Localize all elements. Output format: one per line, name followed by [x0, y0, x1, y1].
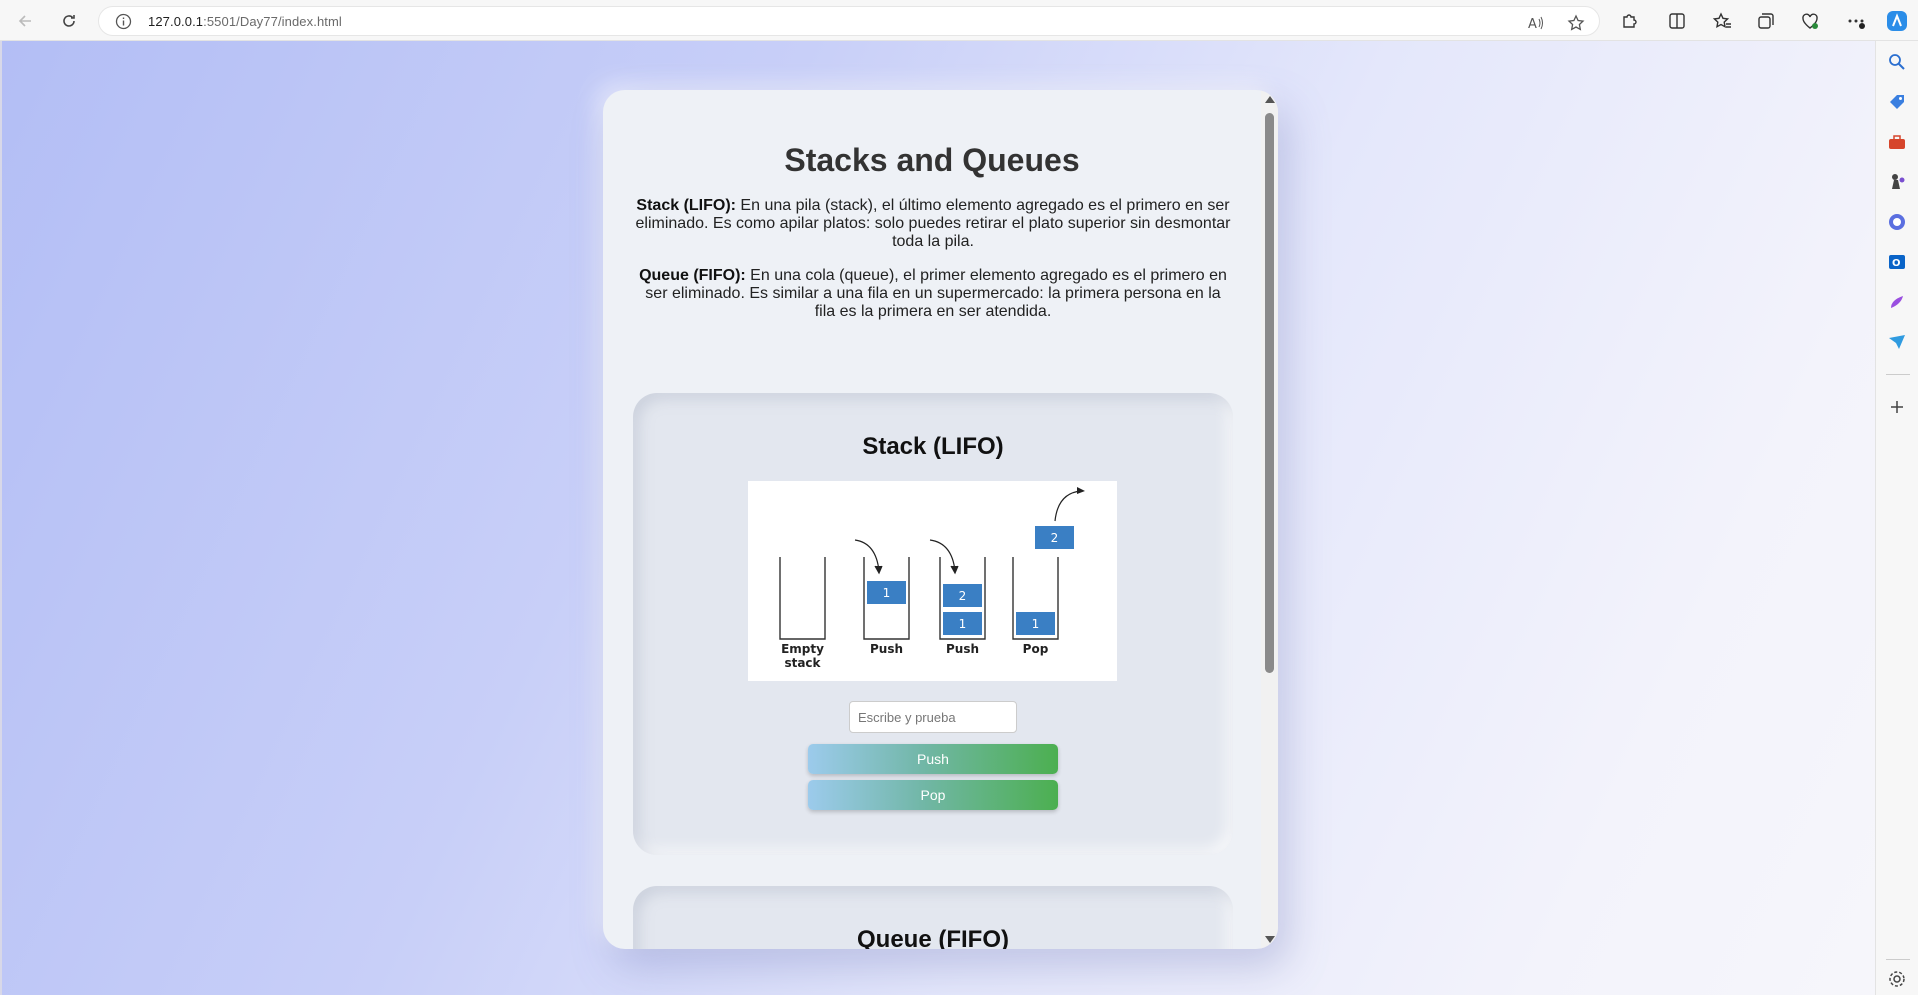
- read-aloud-icon[interactable]: A: [1527, 14, 1545, 32]
- send-icon[interactable]: [1887, 332, 1907, 352]
- stack-description: Stack (LIFO): En una pila (stack), el úl…: [633, 197, 1233, 251]
- stack-block-label: 2: [1051, 531, 1059, 545]
- diagram-label: Pop: [1023, 642, 1049, 656]
- stack-heading: Stack (LIFO): [862, 433, 1004, 460]
- queue-description: Queue (FIFO): En una cola (queue), el pr…: [633, 267, 1233, 321]
- scroll-down-icon[interactable]: [1265, 936, 1275, 943]
- diagram-label: Empty: [781, 642, 824, 656]
- diagram-label: stack: [784, 656, 821, 670]
- empty-stack-container: [779, 557, 826, 640]
- chess-icon[interactable]: [1887, 172, 1907, 192]
- back-arrow-icon[interactable]: [12, 8, 38, 34]
- stack-input[interactable]: [849, 701, 1017, 733]
- arrowhead-icon: [950, 565, 959, 575]
- settings-icon[interactable]: [1887, 969, 1907, 989]
- pop-button[interactable]: Pop: [808, 780, 1058, 810]
- diagram-label: Push: [870, 642, 903, 656]
- browser-toolbar: 127.0.0.1:5501/Day77/index.html A: [0, 0, 1918, 41]
- stack-block-label: 1: [1032, 617, 1040, 631]
- page-title: Stacks and Queues: [784, 142, 1080, 178]
- arrowhead-icon: [874, 565, 883, 575]
- stack-diagram: 1 2 1 1 2 Empty stack Push Push Pop: [748, 481, 1117, 681]
- url-text: 127.0.0.1:5501/Day77/index.html: [148, 14, 342, 29]
- queue-panel: Queue (FIFO): [633, 886, 1233, 949]
- toolbox-icon[interactable]: [1887, 132, 1907, 152]
- svg-text:O: O: [1892, 258, 1901, 269]
- svg-text:A: A: [1528, 17, 1537, 32]
- outlook-icon[interactable]: O: [1887, 252, 1907, 272]
- arrowhead-icon: [1077, 487, 1085, 494]
- tag-icon[interactable]: [1887, 92, 1907, 112]
- collections-icon[interactable]: [1756, 11, 1776, 31]
- copilot-icon[interactable]: [1885, 9, 1909, 33]
- scroll-thumb[interactable]: [1265, 113, 1274, 673]
- queue-heading: Queue (FIFO): [857, 926, 1009, 949]
- scroll-up-icon[interactable]: [1265, 96, 1275, 103]
- queue-description-label: Queue (FIFO):: [639, 267, 746, 284]
- designer-icon[interactable]: [1887, 292, 1907, 312]
- address-bar[interactable]: 127.0.0.1:5501/Day77/index.html A: [98, 6, 1600, 36]
- stack-block-label: 2: [959, 589, 967, 603]
- sidebar-divider: [1886, 374, 1910, 375]
- refresh-icon[interactable]: [56, 8, 82, 34]
- page-viewport: Stacks and Queues Stack (LIFO): En una p…: [0, 41, 1875, 995]
- info-icon[interactable]: [115, 13, 132, 30]
- stack-block-label: 1: [883, 586, 891, 600]
- search-icon[interactable]: [1887, 52, 1907, 72]
- pop-arrow-icon: [1054, 490, 1082, 522]
- main-card: Stacks and Queues Stack (LIFO): En una p…: [603, 90, 1278, 949]
- favorites-icon[interactable]: [1712, 11, 1732, 31]
- office-icon[interactable]: [1887, 212, 1907, 232]
- heart-pulse-icon[interactable]: [1800, 11, 1820, 31]
- stack-block-label: 1: [959, 617, 967, 631]
- puzzle-icon[interactable]: [1620, 11, 1640, 31]
- diagram-label: Push: [946, 642, 979, 656]
- sidebar-divider: [1886, 959, 1910, 960]
- add-icon[interactable]: [1887, 397, 1907, 417]
- stack-panel: Stack (LIFO) 1 2 1 1 2 Empty stack Push …: [633, 393, 1233, 855]
- push-button[interactable]: Push: [808, 744, 1058, 774]
- split-screen-icon[interactable]: [1667, 11, 1687, 31]
- browser-sidebar: O: [1875, 41, 1918, 995]
- more-dots-icon[interactable]: [1846, 11, 1866, 31]
- stack-description-label: Stack (LIFO):: [636, 197, 736, 214]
- card-scrollbar[interactable]: [1261, 90, 1278, 949]
- star-icon[interactable]: [1567, 14, 1585, 32]
